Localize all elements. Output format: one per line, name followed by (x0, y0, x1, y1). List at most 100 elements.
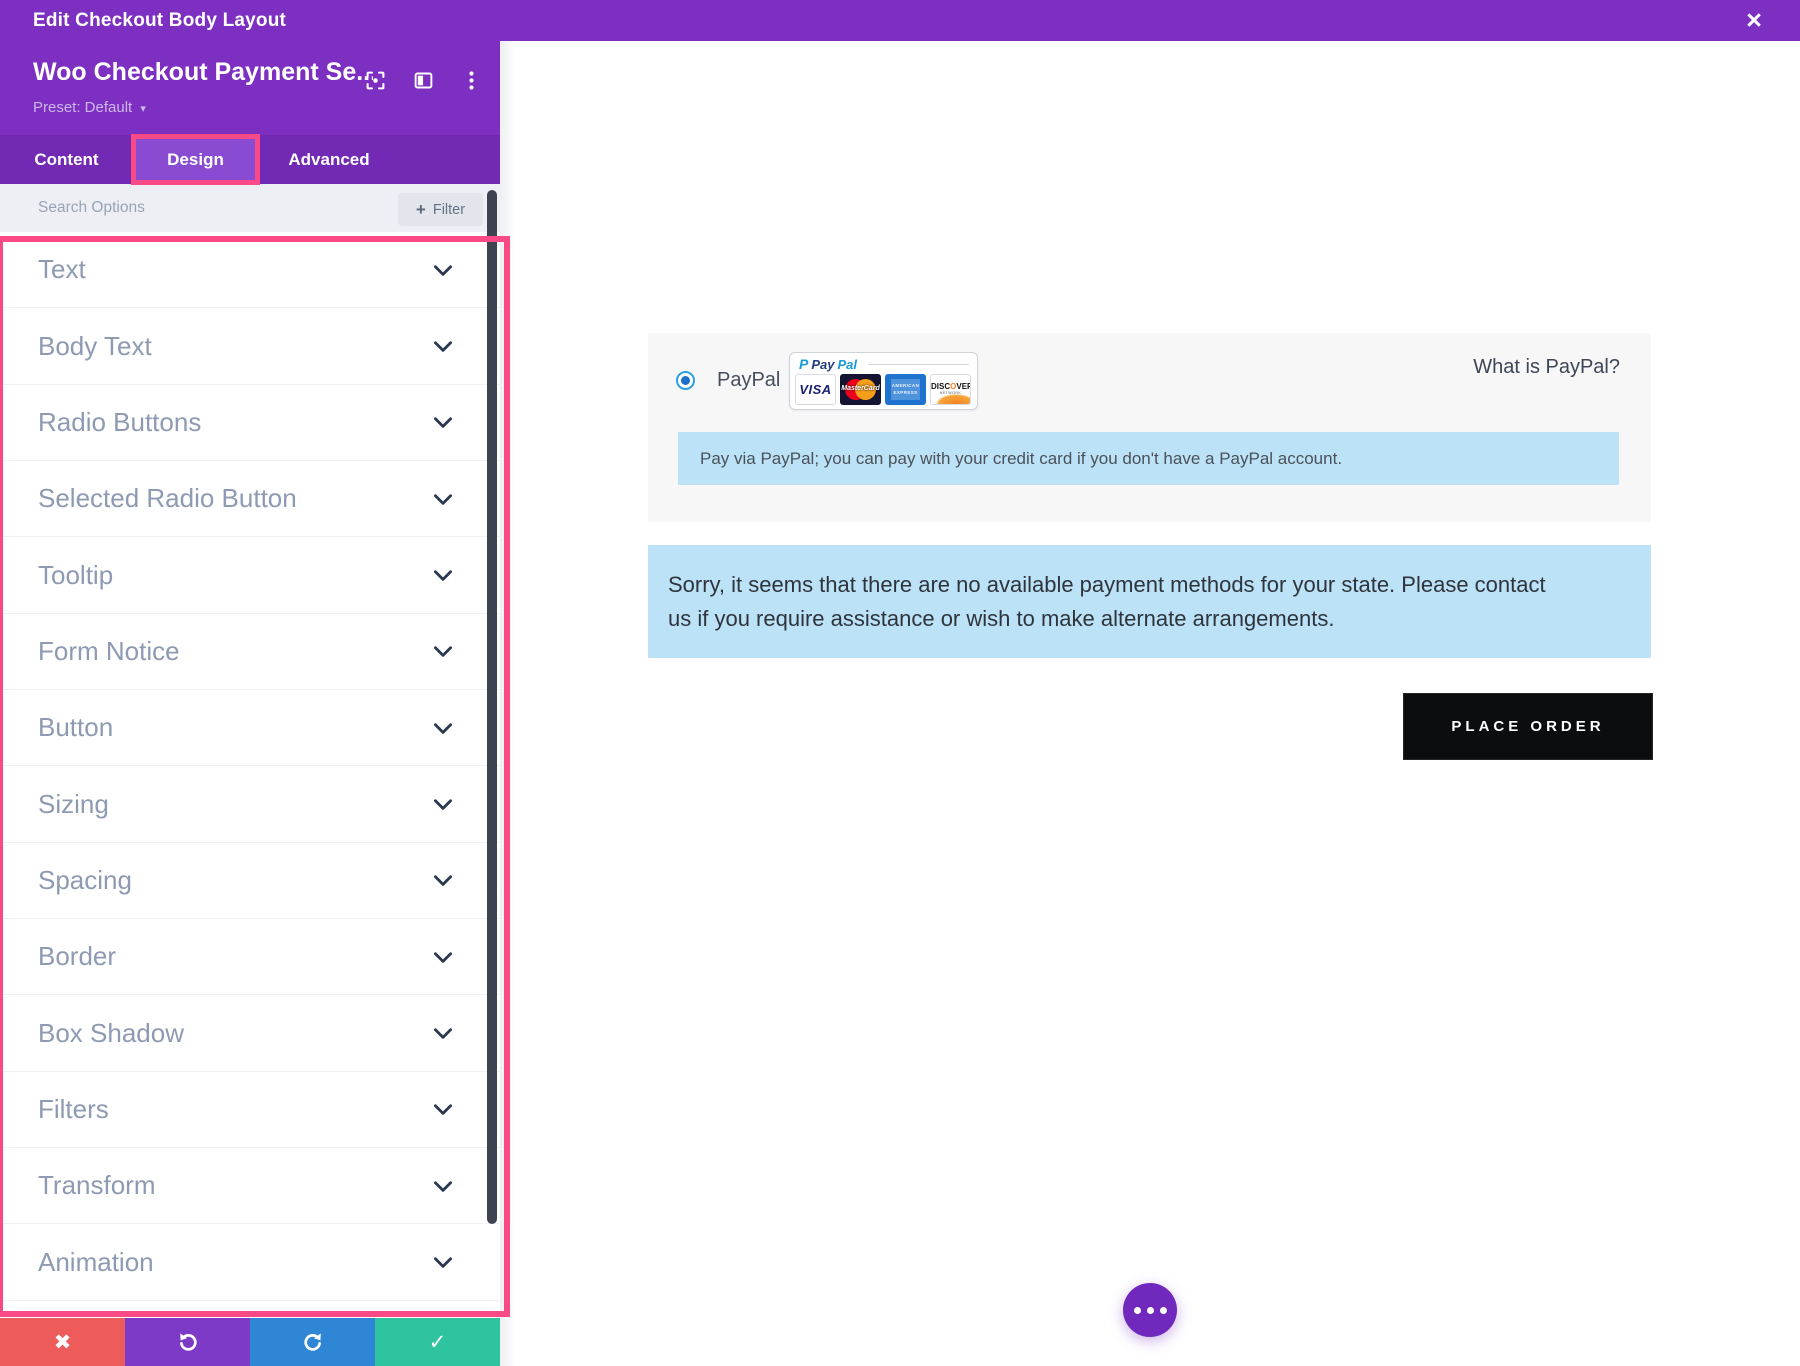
preset-selector[interactable]: Preset: Default ▾ (33, 99, 146, 116)
save-button[interactable]: ✓ (375, 1318, 500, 1366)
tab-advanced[interactable]: Advanced (258, 135, 400, 184)
settings-tabs: Content Design Advanced (0, 135, 500, 184)
card-logos: VISA MasterCard AMERICAN EXPRESS DISCOVE… (795, 374, 971, 405)
place-order-button[interactable]: PLACE ORDER (1403, 693, 1653, 760)
chevron-down-icon (430, 257, 456, 283)
redo-icon (301, 1330, 325, 1354)
section-text[interactable]: Text (0, 232, 500, 308)
redo-button[interactable] (250, 1318, 375, 1366)
section-label: Button (38, 712, 113, 743)
undo-icon (176, 1330, 200, 1354)
section-label: Transform (38, 1170, 156, 1201)
section-animation[interactable]: Animation (0, 1224, 500, 1300)
paypal-logo-pay: Pay (811, 357, 834, 372)
more-options-fab[interactable] (1123, 1283, 1177, 1337)
discover-swoosh (936, 394, 971, 405)
section-radio-buttons[interactable]: Radio Buttons (0, 385, 500, 461)
kebab-menu-icon[interactable] (460, 69, 482, 91)
section-box-shadow[interactable]: Box Shadow (0, 995, 500, 1071)
module-settings-panel: Woo Checkout Payment Se... Preset: Defau… (0, 41, 500, 1366)
chevron-down-icon (430, 409, 456, 435)
chevron-down-icon (430, 791, 456, 817)
paypal-description-notice: Pay via PayPal; you can pay with your cr… (678, 432, 1619, 485)
filter-button[interactable]: + Filter (398, 193, 483, 226)
paypal-logo-pal: Pal (837, 357, 857, 372)
dot-icon (1134, 1307, 1141, 1314)
discover-label: DISCOVER (931, 382, 970, 391)
dot-icon (1160, 1307, 1167, 1314)
section-body-text[interactable]: Body Text (0, 308, 500, 384)
section-tooltip[interactable]: Tooltip (0, 537, 500, 613)
checkout-preview: PayPal What is PayPal? PPayPal VISA Mast… (500, 41, 1800, 1366)
tab-content[interactable]: Content (0, 135, 133, 184)
section-label: Animation (38, 1247, 154, 1278)
mastercard-label: MasterCard (840, 385, 881, 392)
section-transform[interactable]: Transform (0, 1148, 500, 1224)
section-form-notice[interactable]: Form Notice (0, 614, 500, 690)
section-label: Box Shadow (38, 1018, 184, 1049)
caret-down-icon: ▾ (140, 103, 146, 115)
modal-title: Edit Checkout Body Layout (33, 10, 286, 32)
section-button[interactable]: Button (0, 690, 500, 766)
no-payment-methods-alert: Sorry, it seems that there are no availa… (648, 545, 1651, 658)
visa-label: VISA (799, 382, 831, 397)
section-selected-radio-button[interactable]: Selected Radio Button (0, 461, 500, 537)
paypal-p-icon: P (799, 356, 808, 372)
tab-design[interactable]: Design (133, 135, 258, 184)
builder-screen: Edit Checkout Body Layout × PayPal What … (0, 0, 1800, 1366)
check-icon: ✓ (429, 1330, 447, 1354)
preset-label: Preset: Default (33, 99, 132, 116)
amex-label: AMERICAN EXPRESS (891, 379, 920, 400)
section-label: Border (38, 941, 116, 972)
panel-footer: ✖ ✓ (0, 1318, 500, 1366)
design-sections-list: Text Body Text Radio Buttons Selected Ra… (0, 232, 500, 1359)
section-filters[interactable]: Filters (0, 1072, 500, 1148)
chevron-down-icon (430, 944, 456, 970)
section-label: Filters (38, 1094, 109, 1125)
section-sizing[interactable]: Sizing (0, 766, 500, 842)
chevron-down-icon (430, 486, 456, 512)
section-label: Body Text (38, 331, 152, 362)
paypal-logo: PPayPal (799, 356, 857, 372)
divider (868, 364, 969, 365)
chevron-down-icon (430, 333, 456, 359)
payment-method-section: PayPal What is PayPal? PPayPal VISA Mast… (648, 333, 1651, 522)
section-label: Selected Radio Button (38, 483, 297, 514)
paypal-radio-selected[interactable] (676, 371, 695, 390)
section-label: Spacing (38, 865, 132, 896)
close-x-icon: ✖ (54, 1330, 72, 1354)
paypal-cards-image: PPayPal VISA MasterCard AMERICAN EXPRESS… (789, 352, 978, 410)
chevron-down-icon (430, 1249, 456, 1275)
chevron-down-icon (430, 638, 456, 664)
plus-icon: + (416, 200, 426, 220)
split-view-icon[interactable] (412, 69, 434, 91)
what-is-paypal-link[interactable]: What is PayPal? (1473, 356, 1620, 379)
module-header: Woo Checkout Payment Se... Preset: Defau… (0, 41, 500, 135)
close-icon[interactable]: × (1736, 0, 1772, 41)
section-label: Tooltip (38, 560, 113, 591)
section-spacing[interactable]: Spacing (0, 843, 500, 919)
section-label: Sizing (38, 789, 109, 820)
search-options-bar: + Filter (0, 184, 500, 232)
focus-module-icon[interactable] (364, 69, 386, 91)
mastercard-card-icon: MasterCard (840, 374, 881, 405)
modal-header: Edit Checkout Body Layout × (0, 0, 1800, 41)
section-label: Radio Buttons (38, 407, 201, 438)
panel-shadow (500, 41, 516, 1366)
discard-button[interactable]: ✖ (0, 1318, 125, 1366)
paypal-label: PayPal (717, 369, 780, 392)
module-title: Woo Checkout Payment Se... (33, 58, 373, 87)
section-label: Text (38, 254, 86, 285)
undo-button[interactable] (125, 1318, 250, 1366)
paypal-description-text: Pay via PayPal; you can pay with your cr… (700, 449, 1342, 469)
chevron-down-icon (430, 1096, 456, 1122)
chevron-down-icon (430, 1173, 456, 1199)
section-border[interactable]: Border (0, 919, 500, 995)
section-label: Form Notice (38, 636, 180, 667)
dot-icon (1147, 1307, 1154, 1314)
panel-scrollbar[interactable] (487, 190, 497, 1224)
visa-card-icon: VISA (795, 374, 836, 405)
chevron-down-icon (430, 562, 456, 588)
search-input[interactable] (38, 184, 368, 232)
filter-button-label: Filter (433, 202, 465, 218)
